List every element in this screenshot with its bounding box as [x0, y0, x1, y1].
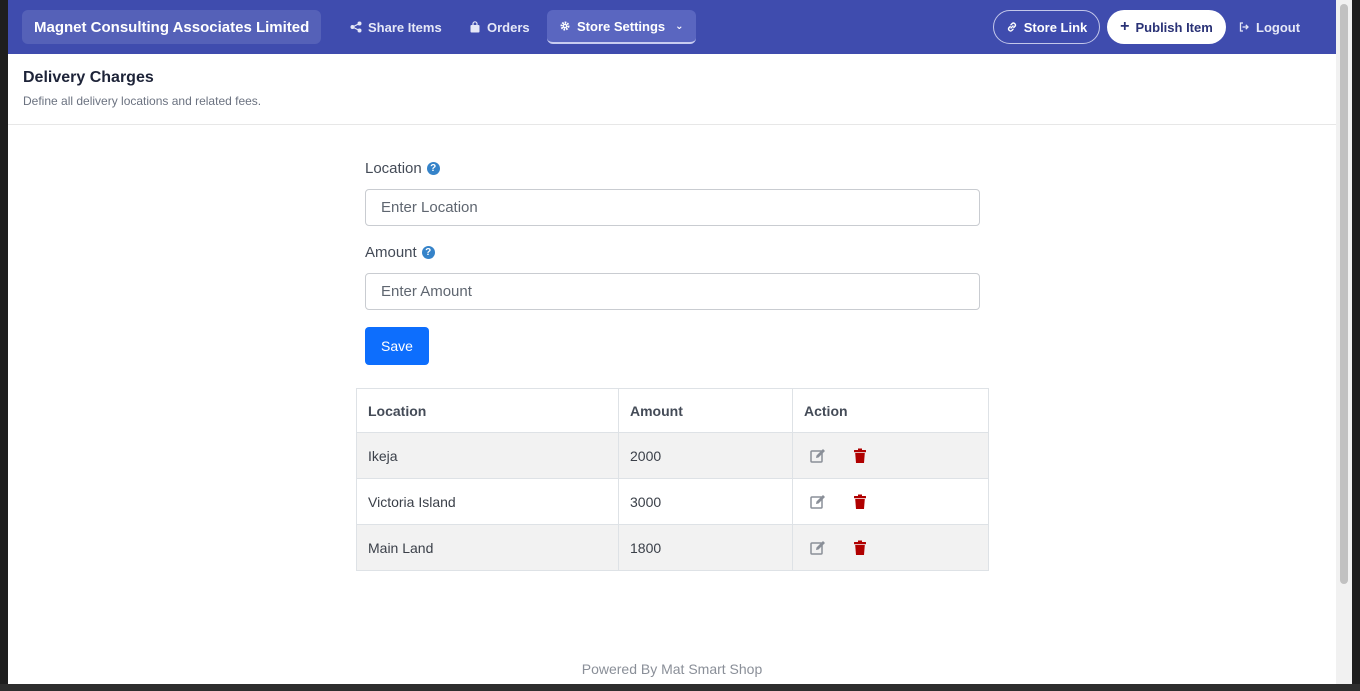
shopping-bag-icon — [470, 21, 480, 33]
logout-link[interactable]: Logout — [1238, 10, 1300, 44]
logout-icon — [1239, 22, 1249, 32]
edit-icon[interactable] — [809, 447, 827, 465]
share-icon — [350, 21, 362, 33]
page-header: Delivery Charges Define all delivery loc… — [8, 54, 1336, 125]
delivery-charges-table: Location Amount Action Ikeja 2000 Victor… — [356, 388, 989, 571]
logout-label: Logout — [1256, 19, 1301, 35]
column-header-location: Location — [356, 388, 619, 433]
amount-label: Amount ? — [365, 244, 980, 261]
cell-action — [792, 524, 989, 571]
footer-powered-by: Powered By Mat Smart Shop — [581, 661, 763, 677]
publish-item-label: Publish Item — [1135, 19, 1213, 35]
location-label: Location ? — [365, 160, 980, 177]
location-input[interactable] — [365, 189, 980, 226]
chevron-down-icon: ⌄ — [675, 20, 684, 32]
link-icon — [1007, 22, 1016, 32]
cell-location: Main Land — [356, 524, 619, 571]
cell-action — [792, 478, 989, 525]
delete-icon[interactable] — [851, 447, 869, 465]
nav-orders-label: Orders — [487, 19, 530, 35]
store-link-button[interactable]: Store Link — [993, 10, 1100, 44]
delete-icon[interactable] — [851, 493, 869, 511]
nav-orders[interactable]: Orders — [459, 10, 540, 44]
nav-store-settings[interactable]: Store Settings ⌄ — [547, 10, 696, 44]
delete-icon[interactable] — [851, 539, 869, 557]
edit-icon[interactable] — [809, 493, 827, 511]
page: Magnet Consulting Associates Limited Sha… — [8, 0, 1336, 684]
delivery-charge-form: Location ? Amount ? — [365, 160, 980, 310]
amount-label-text: Amount — [365, 244, 417, 261]
cell-location: Victoria Island — [356, 478, 619, 525]
edit-icon[interactable] — [809, 539, 827, 557]
vertical-scrollbar[interactable] — [1336, 0, 1352, 684]
cell-amount: 2000 — [618, 432, 793, 479]
cell-amount: 3000 — [618, 478, 793, 525]
page-subtitle: Define all delivery locations and relate… — [23, 94, 262, 108]
table-row: Victoria Island 3000 — [356, 478, 989, 525]
plus-icon: + — [1120, 18, 1130, 35]
scrollbar-thumb[interactable] — [1340, 4, 1348, 584]
table-header-row: Location Amount Action — [356, 388, 989, 433]
nav-store-settings-label: Store Settings — [577, 18, 666, 34]
amount-input[interactable] — [365, 273, 980, 310]
cell-action — [792, 432, 989, 479]
store-brand[interactable]: Magnet Consulting Associates Limited — [22, 10, 322, 44]
location-label-text: Location — [365, 160, 422, 177]
publish-item-button[interactable]: + Publish Item — [1107, 10, 1226, 44]
window-bottom-edge — [0, 684, 1360, 691]
column-header-amount: Amount — [618, 388, 793, 433]
table-row: Ikeja 2000 — [356, 432, 989, 479]
table-row: Main Land 1800 — [356, 524, 989, 571]
gear-icon — [560, 21, 570, 31]
column-header-action: Action — [792, 388, 989, 433]
save-button[interactable]: Save — [365, 327, 429, 365]
store-link-label: Store Link — [1023, 19, 1088, 35]
nav-share-items[interactable]: Share Items — [340, 10, 452, 44]
help-icon[interactable]: ? — [421, 246, 435, 259]
cell-location: Ikeja — [356, 432, 619, 479]
cell-amount: 1800 — [618, 524, 793, 571]
page-title: Delivery Charges — [23, 69, 154, 86]
help-icon[interactable]: ? — [426, 162, 440, 175]
top-navbar: Magnet Consulting Associates Limited Sha… — [8, 0, 1336, 54]
nav-share-items-label: Share Items — [368, 19, 442, 35]
